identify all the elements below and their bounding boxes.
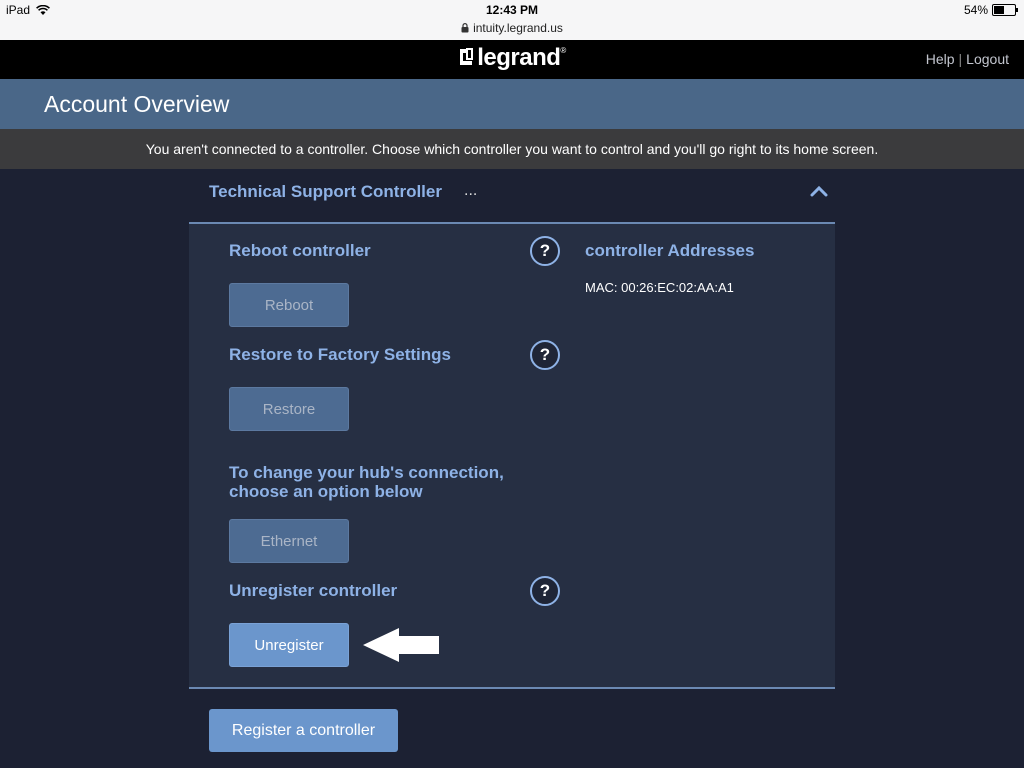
reboot-title: Reboot controller <box>229 241 371 260</box>
controller-panel-header[interactable]: Technical Support Controller ... <box>189 169 835 224</box>
unregister-help-icon[interactable]: ? <box>530 576 560 606</box>
connection-title-line2: choose an option below <box>229 482 423 501</box>
controller-panel: Reboot controller ? Reboot Restore to Fa… <box>189 224 835 689</box>
controller-name-ellipsis: ... <box>464 182 478 199</box>
status-bar: iPad 12:43 PM intuity.legrand.us 54% <box>0 0 1024 40</box>
arrow-left-icon <box>363 628 439 662</box>
restore-button[interactable]: Restore <box>229 387 349 431</box>
top-links: Help | Logout <box>925 51 1009 67</box>
clock: 12:43 PM <box>485 3 539 17</box>
battery-fill <box>994 6 1004 14</box>
logout-link[interactable]: Logout <box>966 51 1009 67</box>
chevron-up-icon[interactable] <box>809 183 829 199</box>
ethernet-button[interactable]: Ethernet <box>229 519 349 563</box>
controller-name: Technical Support Controller <box>209 182 442 201</box>
battery-percent: 54% <box>963 3 988 17</box>
legrand-mark-icon <box>460 48 474 65</box>
unregister-button[interactable]: Unregister <box>229 623 349 667</box>
connection-notice: You aren't connected to a controller. Ch… <box>0 129 1024 169</box>
reboot-button[interactable]: Reboot <box>229 283 349 327</box>
url-text: intuity.legrand.us <box>473 21 563 35</box>
address-bar[interactable]: intuity.legrand.us <box>0 21 1024 35</box>
controller-addresses-title: controller Addresses <box>585 241 755 260</box>
logo-text: legrand <box>477 44 561 71</box>
page-title: Account Overview <box>44 91 230 117</box>
reboot-help-icon[interactable]: ? <box>530 236 560 266</box>
help-link[interactable]: Help <box>926 51 955 67</box>
lock-icon <box>461 23 469 33</box>
connection-title-line1: To change your hub's connection, <box>229 463 504 482</box>
battery-icon <box>992 4 1018 16</box>
top-navbar: legrand® Help | Logout <box>0 40 1024 79</box>
restore-title: Restore to Factory Settings <box>229 345 451 364</box>
page-title-bar: Account Overview <box>0 79 1024 129</box>
mac-address: MAC: 00:26:EC:02:AA:A1 <box>585 280 734 295</box>
legrand-logo[interactable]: legrand® <box>0 44 1024 72</box>
restore-help-icon[interactable]: ? <box>530 340 560 370</box>
register-controller-button[interactable]: Register a controller <box>209 709 398 752</box>
unregister-title: Unregister controller <box>229 581 398 600</box>
